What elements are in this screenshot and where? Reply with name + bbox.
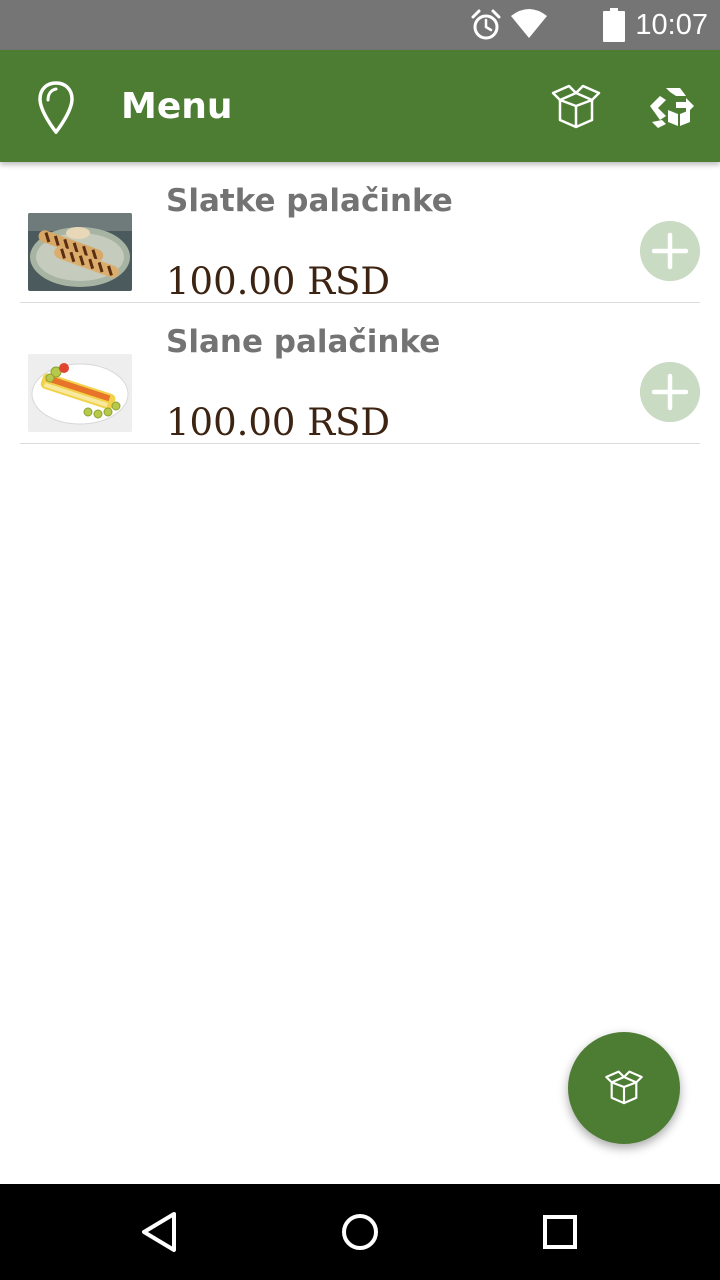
app-bar: Menu: [0, 50, 720, 162]
box-exchange-icon[interactable]: [646, 84, 698, 130]
system-nav-bar: [0, 1184, 720, 1280]
add-icon[interactable]: [640, 362, 700, 422]
item-name: Slatke palačinke: [166, 183, 453, 219]
add-icon[interactable]: [640, 221, 700, 281]
open-box-icon: [605, 1070, 643, 1105]
page-title: Menu: [121, 86, 233, 127]
battery-icon: [603, 8, 625, 42]
recents-icon[interactable]: [536, 1208, 584, 1256]
savory-crepes-photo: [28, 354, 132, 432]
cart-fab-button[interactable]: [568, 1032, 680, 1144]
item-price: 100.00 RSD: [166, 401, 391, 444]
menu-list: Slatke palačinke 100.00 RSD Slane palači…: [0, 162, 720, 444]
wifi-icon: [511, 9, 547, 38]
location-pin-icon[interactable]: [36, 80, 76, 134]
open-box-icon[interactable]: [550, 82, 602, 130]
home-icon[interactable]: [336, 1208, 384, 1256]
item-name: Slane palačinke: [166, 324, 441, 360]
menu-item[interactable]: Slane palačinke 100.00 RSD: [20, 303, 700, 444]
status-bar: 10:07: [0, 0, 720, 50]
item-price: 100.00 RSD: [166, 260, 391, 303]
back-icon[interactable]: [136, 1208, 184, 1256]
menu-item[interactable]: Slatke palačinke 100.00 RSD: [20, 162, 700, 303]
status-time: 10:07: [635, 9, 708, 41]
sweet-crepes-photo: [28, 213, 132, 291]
alarm-icon: [471, 9, 501, 40]
